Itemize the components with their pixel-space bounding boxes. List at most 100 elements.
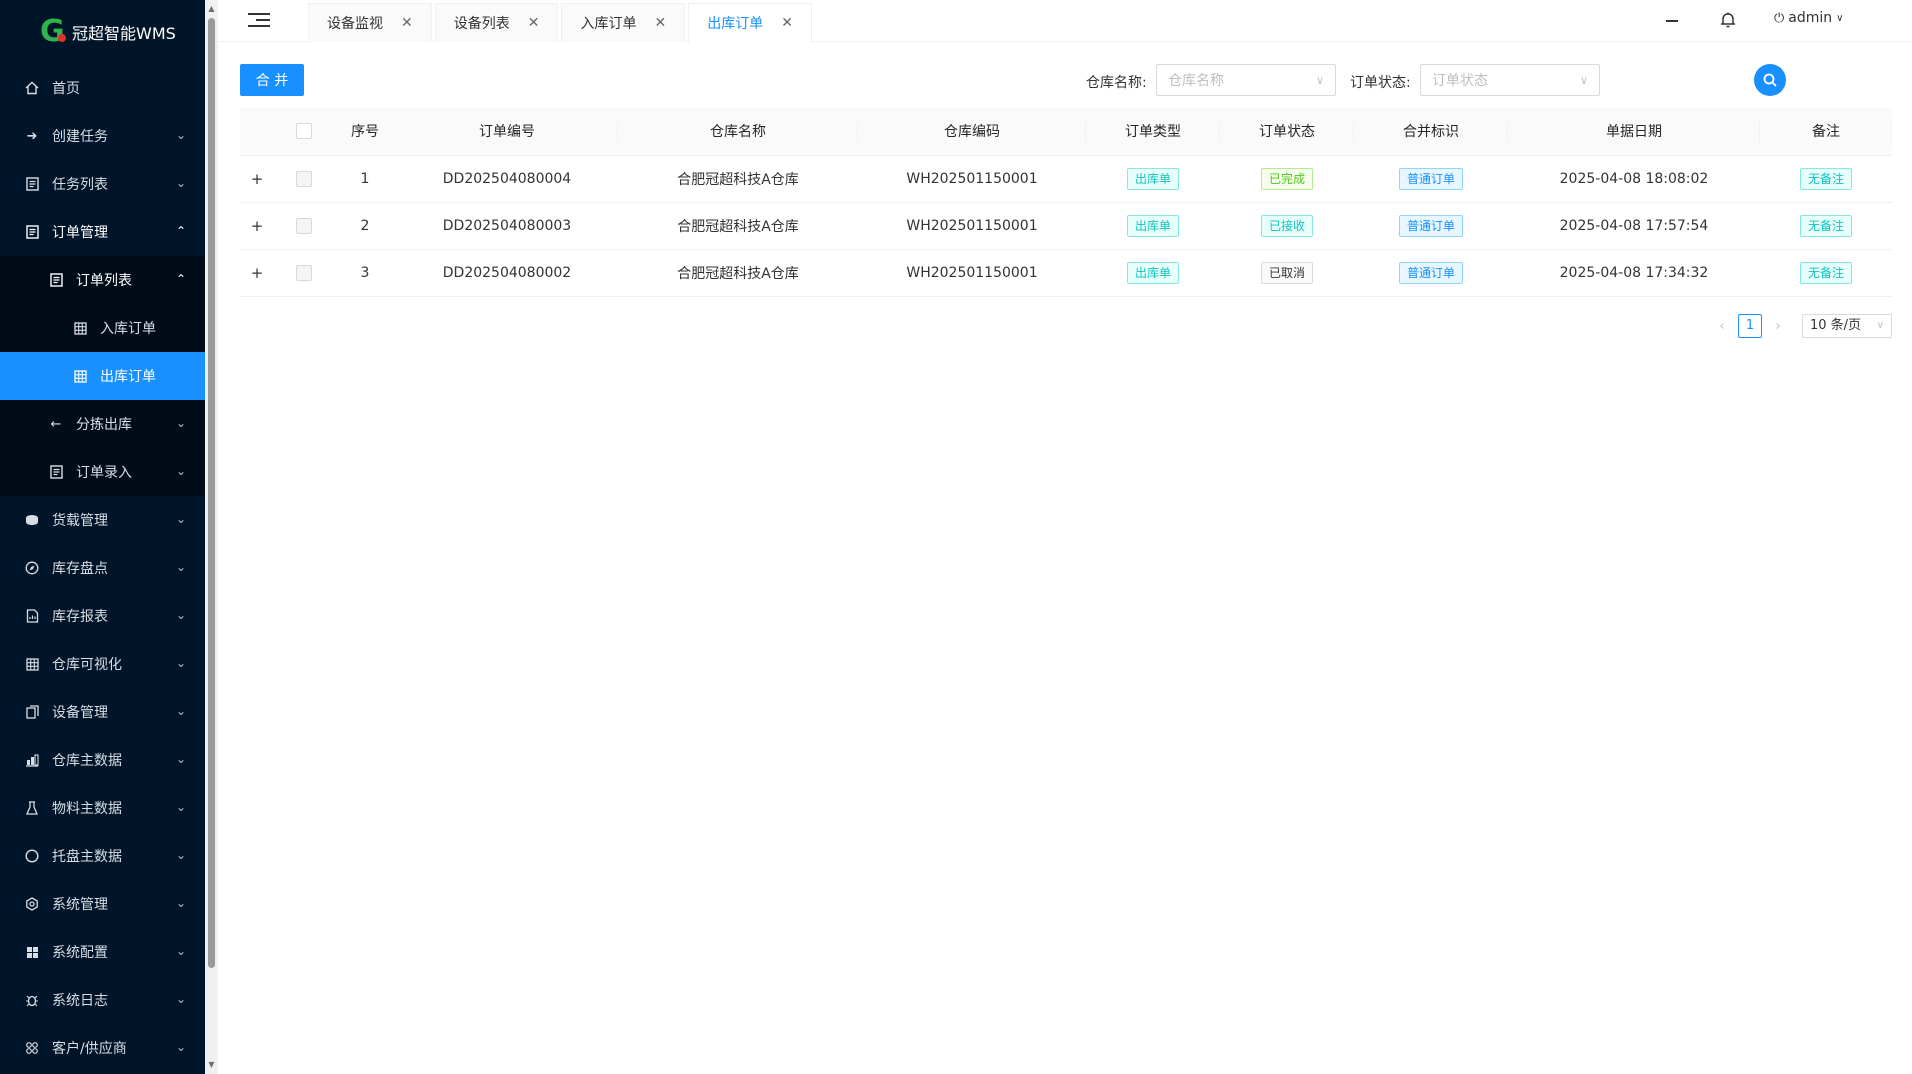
sidebar-item-label: 任务列表 bbox=[52, 177, 108, 193]
column-header: 仓库名称 bbox=[618, 108, 858, 156]
table-row[interactable]: + 2 DD202504080003 合肥冠超科技A仓库 WH202501150… bbox=[240, 202, 1892, 250]
sidebar-item-system-log[interactable]: 系统日志 ⌄ bbox=[0, 976, 205, 1024]
sidebar-item-outbound-orders[interactable]: 出库订单 bbox=[0, 352, 205, 400]
sidebar-item-inventory-count[interactable]: 库存盘点 ⌄ bbox=[0, 544, 205, 592]
compass-icon bbox=[24, 560, 40, 576]
warehouse-select[interactable]: 仓库名称 ∨ bbox=[1156, 64, 1336, 96]
sidebar-item-device-management[interactable]: 设备管理 ⌄ bbox=[0, 688, 205, 736]
sidebar-item-order-entry[interactable]: 订单录入 ⌄ bbox=[0, 448, 205, 496]
order-number: DD202504080003 bbox=[396, 202, 618, 250]
chevron-down-icon: ⌄ bbox=[175, 704, 187, 718]
row-checkbox[interactable] bbox=[296, 217, 312, 234]
row-checkbox[interactable] bbox=[296, 264, 312, 281]
tab-label: 设备监视 bbox=[327, 16, 383, 32]
table-row[interactable]: + 1 DD202504080004 合肥冠超科技A仓库 WH202501150… bbox=[240, 155, 1892, 203]
chevron-down-icon: ∨ bbox=[1315, 74, 1324, 87]
chevron-down-icon: ⌄ bbox=[175, 560, 187, 574]
table-row[interactable]: + 3 DD202504080002 合肥冠超科技A仓库 WH202501150… bbox=[240, 249, 1892, 297]
page-size-value: 10 条/页 bbox=[1810, 318, 1862, 333]
tab-device-monitor[interactable]: 设备监视 ✕ bbox=[308, 3, 432, 42]
close-icon[interactable]: ✕ bbox=[654, 15, 666, 31]
bell-icon[interactable] bbox=[1718, 10, 1738, 30]
chevron-down-icon: ⌄ bbox=[175, 1040, 187, 1054]
warehouse-name: 合肥冠超科技A仓库 bbox=[618, 249, 858, 297]
sidebar-item-home[interactable]: 首页 bbox=[0, 64, 205, 112]
expand-row-icon[interactable]: + bbox=[251, 217, 264, 235]
sidebar-item-material-master-data[interactable]: 物料主数据 ⌄ bbox=[0, 784, 205, 832]
sidebar-item-label: 分拣出库 bbox=[76, 417, 132, 433]
sidebar-item-label: 订单管理 bbox=[52, 225, 108, 241]
order-number: DD202504080002 bbox=[396, 249, 618, 297]
sidebar-item-sorting-outbound[interactable]: ← 分拣出库 ⌄ bbox=[0, 400, 205, 448]
sidebar-item-warehouse-master-data[interactable]: 仓库主数据 ⌄ bbox=[0, 736, 205, 784]
user-menu[interactable]: ⏻ admin ∨ bbox=[1774, 10, 1844, 26]
column-header-label: 订单状态 bbox=[1259, 124, 1315, 141]
sidebar-item-order-list[interactable]: 订单列表 ⌃ bbox=[0, 256, 205, 304]
chevron-down-icon: ⌄ bbox=[175, 800, 187, 814]
sidebar-item-label: 系统配置 bbox=[52, 945, 108, 961]
sidebar-item-task-list[interactable]: 任务列表 ⌄ bbox=[0, 160, 205, 208]
sidebar-item-label: 创建任务 bbox=[52, 129, 108, 145]
app-root: G 冠超智能WMS 首页 ➜ 创建任务 ⌄ 任务列表 ⌄ 订单管理 ⌃ 订单列表… bbox=[0, 0, 1912, 1074]
order-status-tag: 已取消 bbox=[1260, 261, 1313, 284]
chevron-down-icon: ⌄ bbox=[175, 848, 187, 862]
scroll-down-icon[interactable]: ▼ bbox=[207, 1060, 216, 1070]
sidebar-item-label: 库存报表 bbox=[52, 609, 108, 625]
next-page-icon[interactable]: › bbox=[1770, 319, 1786, 334]
sidebar-item-system-config[interactable]: 系统配置 ⌄ bbox=[0, 928, 205, 976]
menu-collapse-icon[interactable] bbox=[248, 8, 272, 32]
arrow-left-icon: ← bbox=[50, 416, 62, 432]
search-button[interactable] bbox=[1754, 64, 1786, 96]
appstore-icon bbox=[24, 944, 40, 960]
tab-inbound-orders[interactable]: 入库订单 ✕ bbox=[561, 3, 686, 42]
sidebar-item-label: 出库订单 bbox=[100, 369, 156, 385]
sidebar-item-label: 货载管理 bbox=[52, 513, 108, 529]
sidebar-item-cargo-management[interactable]: 货载管理 ⌄ bbox=[0, 496, 205, 544]
sidebar-scrollbar[interactable]: ▲ ▼ bbox=[205, 0, 218, 1074]
close-icon[interactable]: ✕ bbox=[401, 15, 413, 31]
column-header-label: 订单编号 bbox=[479, 124, 535, 141]
expand-row-icon[interactable]: + bbox=[251, 264, 264, 282]
order-status-tag: 已完成 bbox=[1260, 167, 1313, 190]
minimize-icon[interactable] bbox=[1666, 20, 1678, 22]
sidebar-item-customer-supplier[interactable]: 客户/供应商 ⌄ bbox=[0, 1024, 205, 1072]
scroll-up-icon[interactable]: ▲ bbox=[207, 4, 216, 14]
sidebar-item-inbound-orders[interactable]: 入库订单 bbox=[0, 304, 205, 352]
chevron-down-icon: ⌄ bbox=[175, 752, 187, 766]
merge-button[interactable]: 合 并 bbox=[240, 64, 304, 96]
sidebar-item-create-task[interactable]: ➜ 创建任务 ⌄ bbox=[0, 112, 205, 160]
column-header-label: 单据日期 bbox=[1606, 124, 1662, 141]
sidebar-item-inventory-report[interactable]: 库存报表 ⌄ bbox=[0, 592, 205, 640]
sidebar-item-pallet-master-data[interactable]: 托盘主数据 ⌄ bbox=[0, 832, 205, 880]
page-size-select[interactable]: 10 条/页 ∨ bbox=[1802, 314, 1892, 338]
circle-icon bbox=[24, 848, 40, 864]
gear-icon bbox=[24, 896, 40, 912]
power-icon: ⏻ bbox=[1774, 10, 1785, 26]
row-checkbox[interactable] bbox=[296, 170, 312, 187]
sidebar-item-order-management[interactable]: 订单管理 ⌃ bbox=[0, 208, 205, 256]
expand-row-icon[interactable]: + bbox=[251, 170, 264, 188]
top-header: 设备监视 ✕ 设备列表 ✕ 入库订单 ✕ 出库订单 ✕ ⏻ admin ∨ bbox=[218, 0, 1912, 42]
tab-outbound-orders[interactable]: 出库订单 ✕ bbox=[688, 3, 812, 42]
select-all-checkbox[interactable] bbox=[296, 123, 312, 140]
warehouse-filter-label: 仓库名称: bbox=[1086, 75, 1147, 91]
column-header: 序号 bbox=[334, 108, 396, 156]
close-icon[interactable]: ✕ bbox=[528, 15, 540, 31]
status-filter-label: 订单状态: bbox=[1350, 75, 1411, 91]
row-index: 2 bbox=[334, 202, 396, 250]
warehouse-code: WH202501150001 bbox=[858, 155, 1086, 203]
submenu-order-management: 订单列表 ⌃ 入库订单 出库订单 ← 分拣出库 ⌄ 订单录入 ⌄ bbox=[0, 256, 205, 496]
scrollbar-thumb[interactable] bbox=[208, 18, 215, 968]
status-select[interactable]: 订单状态 ∨ bbox=[1420, 64, 1600, 96]
close-icon[interactable]: ✕ bbox=[781, 15, 793, 31]
column-header: 订单状态 bbox=[1220, 108, 1354, 156]
expand-column-header bbox=[240, 108, 274, 156]
document-icon bbox=[48, 464, 64, 480]
prev-page-icon[interactable]: ‹ bbox=[1714, 319, 1730, 334]
page-number[interactable]: 1 bbox=[1738, 314, 1762, 338]
column-header-label: 备注 bbox=[1812, 124, 1840, 141]
tab-device-list[interactable]: 设备列表 ✕ bbox=[434, 3, 559, 42]
sidebar-item-label: 仓库可视化 bbox=[52, 657, 122, 673]
sidebar-item-system-management[interactable]: 系统管理 ⌄ bbox=[0, 880, 205, 928]
sidebar-item-warehouse-visualization[interactable]: 仓库可视化 ⌄ bbox=[0, 640, 205, 688]
